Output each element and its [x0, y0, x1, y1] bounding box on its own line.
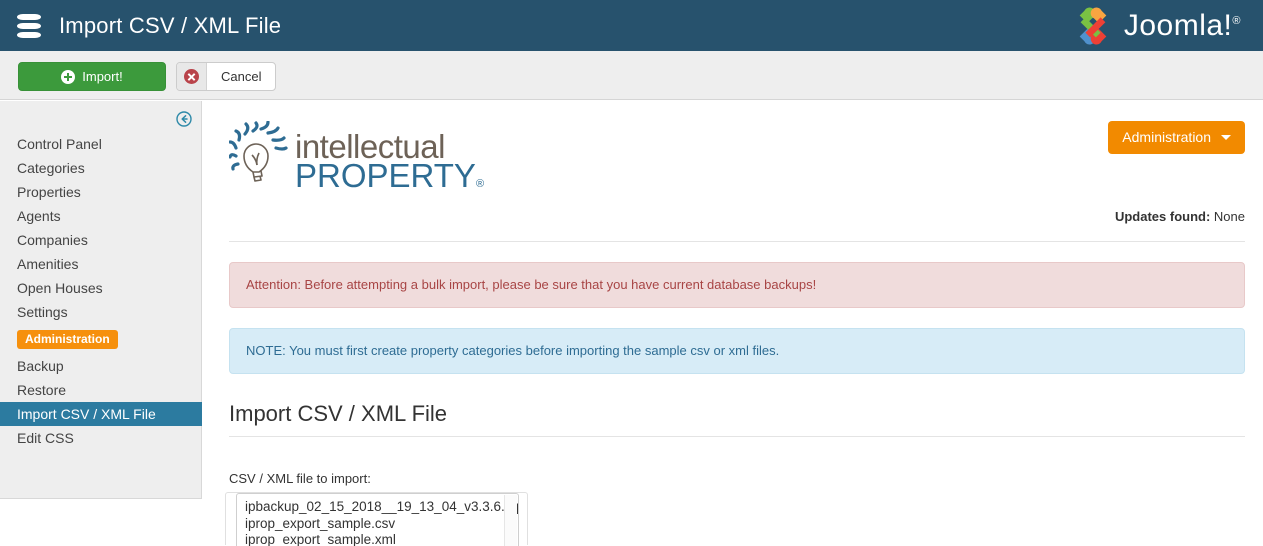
divider: [229, 436, 1245, 437]
joomla-logo: Joomla!®: [1072, 5, 1241, 47]
import-button-label: Import!: [82, 69, 123, 84]
cancel-button-label: Cancel: [221, 69, 262, 84]
app-header-bar: Import CSV / XML File Joomla!®: [0, 0, 1263, 51]
sidebar-item-open-houses[interactable]: Open Houses: [0, 276, 202, 300]
logo-text: intellectual PROPERTY®: [295, 130, 484, 192]
sidebar-section-header: Administration: [0, 324, 202, 354]
attention-alert: Attention: Before attempting a bulk impo…: [229, 262, 1245, 308]
import-button[interactable]: Import!: [18, 62, 166, 91]
divider: [229, 241, 1245, 242]
x-circle-icon: [177, 63, 207, 90]
sidebar-item-agents[interactable]: Agents: [0, 204, 202, 228]
file-field-label: CSV / XML file to import:: [229, 471, 371, 486]
administration-dropdown-button[interactable]: Administration: [1108, 121, 1245, 154]
file-list-select[interactable]: ipbackup_02_15_2018__19_13_04_v3.3.6.sql…: [236, 493, 519, 546]
action-toolbar: Import! Cancel: [0, 51, 1263, 100]
plus-circle-icon: [61, 69, 76, 84]
sidebar-item-settings[interactable]: Settings: [0, 300, 202, 324]
sidebar-item-categories[interactable]: Categories: [0, 156, 202, 180]
list-item[interactable]: iprop_export_sample.csv: [237, 516, 518, 533]
administration-badge: Administration: [17, 329, 118, 349]
sidebar-item-edit-css[interactable]: Edit CSS: [0, 426, 202, 450]
sidebar-item-backup[interactable]: Backup: [0, 354, 202, 378]
logo-property-text: PROPERTY: [295, 157, 476, 194]
updates-found-status: Updates found: None: [1115, 209, 1245, 224]
list-item[interactable]: ipbackup_02_15_2018__19_13_04_v3.3.6.sql…: [237, 499, 518, 516]
updates-found-value: None: [1213, 209, 1245, 224]
database-icon: [17, 13, 41, 38]
logo-registered-mark: ®: [475, 178, 485, 190]
list-item[interactable]: iprop_export_sample.xml: [237, 532, 518, 546]
joomla-registered-mark: ®: [1232, 15, 1241, 27]
sidebar-item-import-csv-xml-file[interactable]: Import CSV / XML File: [0, 402, 202, 426]
joomla-brand-text: Joomla!: [1123, 9, 1233, 42]
sidebar-menu: Control Panel Categories Properties Agen…: [0, 132, 202, 450]
lightbulb-sun-icon: [229, 121, 288, 182]
file-picker-container: ipbackup_02_15_2018__19_13_04_v3.3.6.sql…: [225, 492, 528, 546]
chevron-down-icon: [1221, 134, 1231, 140]
intellectual-property-logo: intellectual PROPERTY®: [229, 121, 484, 192]
scrollbar[interactable]: [504, 495, 517, 546]
arrow-left-circle-icon[interactable]: [176, 111, 192, 127]
page-title: Import CSV / XML File: [59, 12, 282, 38]
logo-line-property: PROPERTY®: [295, 159, 484, 192]
sidebar-item-control-panel[interactable]: Control Panel: [0, 132, 202, 156]
administration-button-label: Administration: [1122, 129, 1211, 145]
note-alert: NOTE: You must first create property cat…: [229, 328, 1245, 374]
section-title: Import CSV / XML File: [229, 401, 448, 426]
sidebar-item-properties[interactable]: Properties: [0, 180, 202, 204]
sidebar-item-companies[interactable]: Companies: [0, 228, 202, 252]
updates-found-label: Updates found:: [1114, 209, 1211, 224]
joomla-wordmark: Joomla!®: [1124, 9, 1241, 43]
main-content: intellectual PROPERTY® Administration Up…: [203, 101, 1263, 546]
sidebar-item-amenities[interactable]: Amenities: [0, 252, 202, 276]
cancel-button[interactable]: Cancel: [176, 62, 277, 91]
sidebar-item-restore[interactable]: Restore: [0, 378, 202, 402]
sidebar: Control Panel Categories Properties Agen…: [0, 101, 202, 499]
joomla-mark-icon: [1079, 7, 1107, 45]
